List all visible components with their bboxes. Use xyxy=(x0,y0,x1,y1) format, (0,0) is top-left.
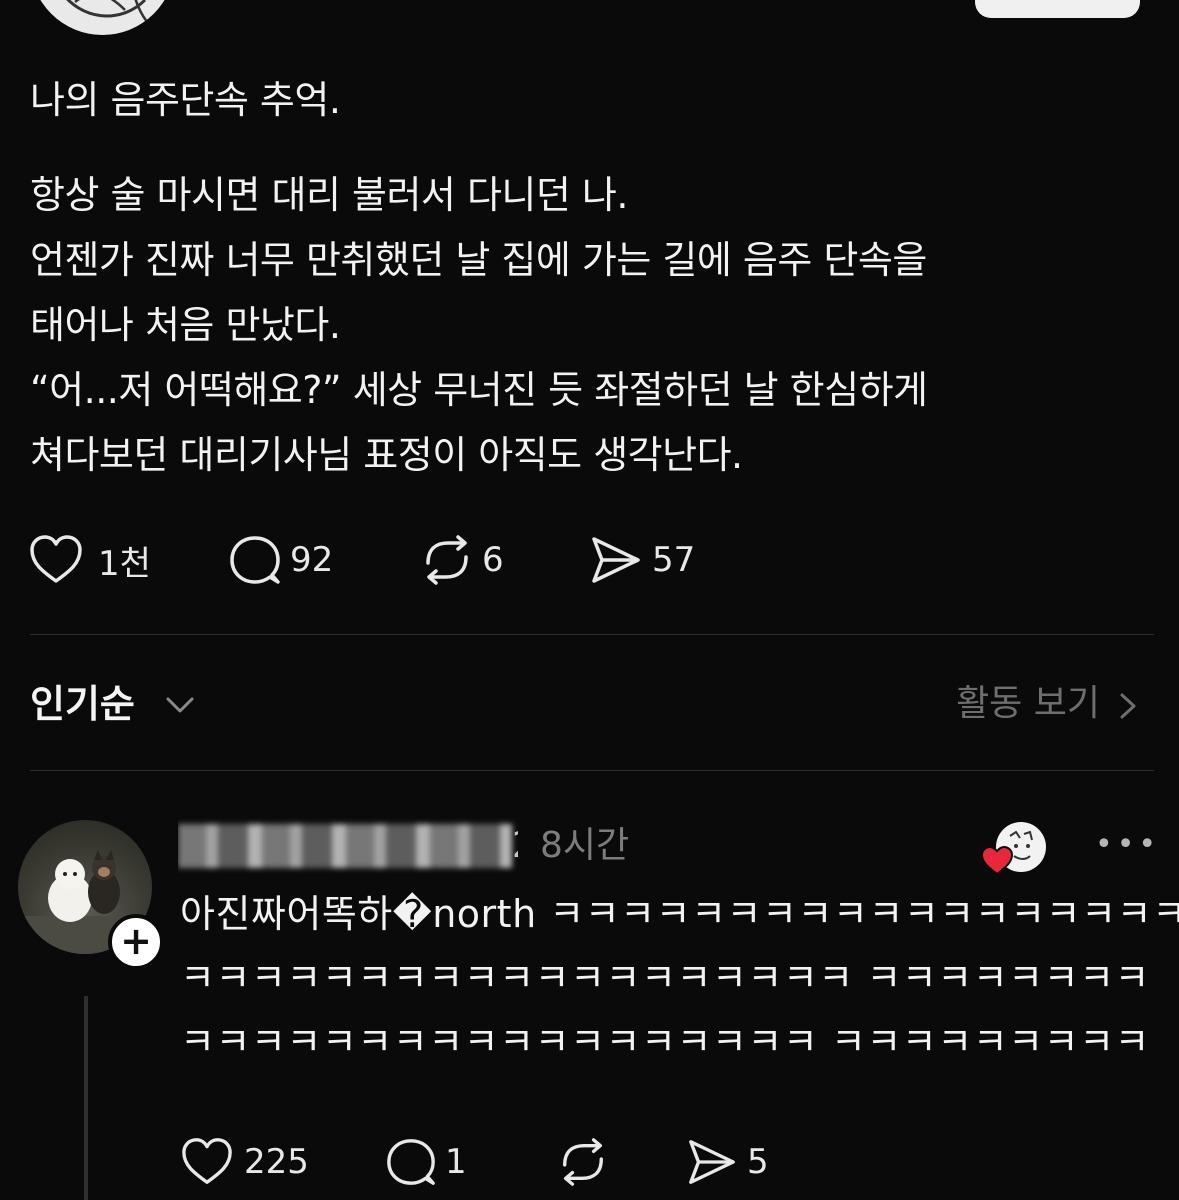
follow-plus-button[interactable]: + xyxy=(108,914,164,970)
follow-button[interactable] xyxy=(975,0,1140,18)
view-activity-link[interactable]: 활동 보기 xyxy=(956,672,1100,736)
reply-body: 아진짜어똑하�north ㅋㅋㅋㅋㅋㅋㅋㅋㅋㅋㅋㅋㅋㅋㅋㅋㅋㅋㅋ ㅋㅋㅋㅋㅋㅋㅋ… xyxy=(180,882,1179,1074)
repost-icon xyxy=(563,1138,603,1186)
reply-line: 아진짜어똑하�north ㅋㅋㅋㅋㅋㅋㅋㅋㅋㅋㅋㅋㅋㅋㅋㅋㅋㅋㅋ xyxy=(180,892,1179,936)
reply-comment-count: 1 xyxy=(445,1142,467,1182)
heart-icon xyxy=(30,535,82,583)
avatar-drawing xyxy=(66,0,151,26)
reply-like-button[interactable]: 225 xyxy=(180,1136,385,1188)
post-line: 쳐다보던 대리기사님 표정이 아직도 생각난다. xyxy=(30,433,743,477)
like-count: 1천 xyxy=(98,543,151,584)
reply-repost-button[interactable] xyxy=(555,1136,685,1188)
comment-bubble-icon xyxy=(230,536,280,584)
reply-share-count: 5 xyxy=(747,1142,769,1182)
comment-button[interactable]: 92 xyxy=(228,533,418,587)
post-line: 항상 술 마시면 대리 불러서 다니던 나. xyxy=(30,173,628,217)
more-dots-icon[interactable]: ••• xyxy=(1095,830,1160,860)
reply-actions: 225 1 5 xyxy=(180,1134,825,1190)
divider xyxy=(30,770,1154,771)
share-count: 57 xyxy=(652,540,696,580)
reply-username[interactable]: 2 xyxy=(178,818,518,874)
liked-by-author-heart-icon xyxy=(980,845,1014,876)
like-button[interactable]: 1천 xyxy=(28,533,228,587)
reply-timestamp: 8시간 xyxy=(540,825,630,866)
chevron-down-icon[interactable] xyxy=(162,690,198,720)
post-line: 언젠가 진짜 너무 만취했던 날 집에 가는 길에 음주 단속을 xyxy=(30,238,927,282)
reply-like-count: 225 xyxy=(244,1142,309,1182)
reply-comment-button[interactable]: 1 xyxy=(385,1136,555,1188)
plus-icon: + xyxy=(120,919,152,963)
heart-icon xyxy=(182,1138,232,1184)
post-actions: 1천 92 6 57 xyxy=(28,530,748,590)
post-body: 나의 음주단속 추억. 항상 술 마시면 대리 불러서 다니던 나. 언젠가 진… xyxy=(30,68,1150,488)
post-line: 나의 음주단속 추억. xyxy=(30,78,341,122)
repost-icon xyxy=(426,535,468,585)
post-line: 태어나 처음 만났다. xyxy=(30,303,341,347)
send-icon xyxy=(592,537,640,583)
reply-line: ㅋㅋㅋㅋㅋㅋㅋㅋㅋㅋㅋㅋㅋㅋㅋㅋㅋㅋㅋ ㅋㅋㅋㅋㅋㅋㅋㅋ xyxy=(180,956,1151,1000)
reply-line: ㅋㅋㅋㅋㅋㅋㅋㅋㅋㅋㅋㅋㅋㅋㅋㅋㅋㅋ ㅋㅋㅋㅋㅋㅋㅋㅋㅋ xyxy=(180,1020,1151,1064)
username-blurred xyxy=(178,824,512,868)
divider xyxy=(30,634,1154,635)
thread-line xyxy=(84,996,88,1200)
repost-count: 6 xyxy=(482,540,504,580)
sort-dropdown-label[interactable]: 인기순 xyxy=(30,672,135,736)
chevron-right-icon[interactable] xyxy=(1116,690,1140,722)
username-visible-tail: 2 xyxy=(512,818,518,874)
comment-bubble-icon xyxy=(387,1139,435,1185)
share-button[interactable]: 57 xyxy=(588,533,748,587)
post-line: “어...저 어떡해요?” 세상 무너진 듯 좌절하던 날 한심하게 xyxy=(30,368,928,412)
reply-share-button[interactable]: 5 xyxy=(685,1136,825,1188)
send-icon xyxy=(689,1140,735,1184)
comment-count: 92 xyxy=(290,540,334,580)
repost-button[interactable]: 6 xyxy=(418,533,588,587)
author-avatar[interactable] xyxy=(30,0,175,35)
replies-header: 인기순 활동 보기 xyxy=(30,672,1140,736)
